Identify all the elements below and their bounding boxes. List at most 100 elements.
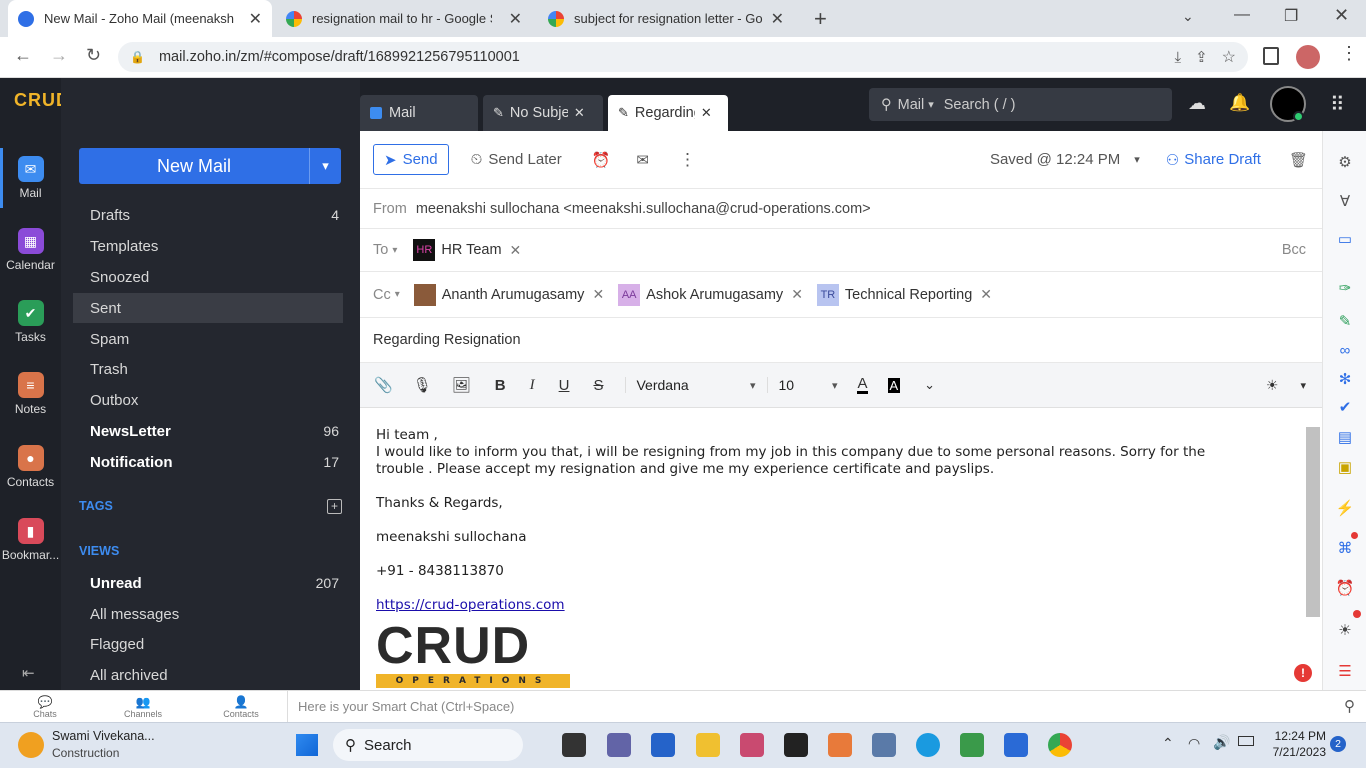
chrome-icon[interactable] xyxy=(1048,733,1072,757)
sidebar-toggle-icon[interactable] xyxy=(1263,47,1279,65)
smart-chat-input[interactable]: Here is your Smart Chat (Ctrl+Space) xyxy=(298,699,514,714)
from-field[interactable]: meenakshi sullochana <meenakshi.sullocha… xyxy=(416,201,871,217)
view-flagged[interactable]: Flagged xyxy=(73,629,343,659)
card-icon[interactable]: ▭ xyxy=(1335,229,1355,249)
new-mail-dropdown-icon[interactable]: ▾ xyxy=(309,148,341,184)
insert-image-icon[interactable]: 🖼 xyxy=(452,376,471,394)
rail-contacts[interactable]: ● Contacts xyxy=(0,445,61,489)
close-tab-icon[interactable]: ✕ xyxy=(509,9,522,29)
app-icon[interactable] xyxy=(828,733,852,757)
cc-chip[interactable]: AA Ashok Arumugasamy ✕ xyxy=(618,283,803,306)
cc-chip[interactable]: TR Technical Reporting ✕ xyxy=(816,283,992,306)
folder-outbox[interactable]: Outbox xyxy=(73,385,343,415)
message-body[interactable]: Hi team , I would like to inform you tha… xyxy=(376,427,1276,688)
remove-cc-icon[interactable]: ✕ xyxy=(980,286,992,303)
channels-button[interactable]: 👥 Channels xyxy=(118,695,168,719)
folder-snoozed[interactable]: Snoozed xyxy=(73,262,343,292)
dropper-icon[interactable]: ✑ xyxy=(1335,278,1355,298)
volume-icon[interactable]: 🔊 xyxy=(1213,734,1230,751)
rail-tasks[interactable]: ✔ Tasks xyxy=(0,300,61,344)
alert-icon[interactable]: ! xyxy=(1294,664,1312,682)
share-icon[interactable]: ⇪ xyxy=(1195,48,1208,66)
browser-tab-zoho[interactable]: New Mail - Zoho Mail (meenaksh ✕ xyxy=(8,0,272,37)
battery-icon[interactable] xyxy=(1238,736,1254,746)
vault-icon[interactable]: ∀ xyxy=(1335,191,1355,211)
browser-tab-google-1[interactable]: resignation mail to hr - Google S ✕ xyxy=(276,0,532,37)
close-window-icon[interactable]: ✕ xyxy=(1334,5,1349,26)
send-button[interactable]: ➤ Send xyxy=(373,144,449,175)
back-icon[interactable]: ← xyxy=(14,45,32,66)
search-bar[interactable]: ⚲ Mail ▾ Search ( / ) xyxy=(869,88,1172,121)
apps-grid-icon[interactable]: ⠿ xyxy=(1330,92,1345,117)
tab-no-subject[interactable]: ✎ No Subjec ✕ xyxy=(483,95,603,131)
text-color-icon[interactable]: A xyxy=(857,376,868,394)
italic-icon[interactable]: I xyxy=(530,377,535,394)
signature-link[interactable]: https://crud-operations.com xyxy=(376,597,1276,614)
highlight-color-icon[interactable]: A xyxy=(887,377,901,393)
mongodb-icon[interactable] xyxy=(960,733,984,757)
folder-newsletter[interactable]: NewsLetter 96 xyxy=(73,416,343,446)
bookmark-star-icon[interactable]: ☆ xyxy=(1222,47,1236,67)
minimize-icon[interactable]: — xyxy=(1234,6,1250,24)
chevron-down-icon[interactable]: ▾ xyxy=(392,245,397,256)
terminal-icon[interactable] xyxy=(784,733,808,757)
edit-note-icon[interactable]: ✎ xyxy=(1335,311,1355,331)
clock-time[interactable]: 12:24 PM xyxy=(1266,729,1326,743)
delete-draft-icon[interactable]: 🗑 xyxy=(1289,151,1308,169)
cc-chip[interactable]: Ananth Arumugasamy ✕ xyxy=(413,283,604,306)
folder-notification[interactable]: Notification 17 xyxy=(73,447,343,477)
new-mail-button[interactable]: New Mail ▾ xyxy=(79,148,341,184)
view-unread[interactable]: Unread 207 xyxy=(73,568,343,598)
browser-menu-icon[interactable]: ⋮ xyxy=(1340,43,1358,64)
tab-search-icon[interactable]: ⌄ xyxy=(1182,8,1194,25)
lightning-icon[interactable]: ⚡ xyxy=(1335,498,1355,518)
rail-notes[interactable]: ≡ Notes xyxy=(0,372,61,416)
folder-spam[interactable]: Spam xyxy=(73,324,343,354)
folder-trash[interactable]: Trash xyxy=(73,354,343,384)
notification-badge[interactable]: 2 xyxy=(1330,736,1346,752)
close-tab-icon[interactable]: ✕ xyxy=(701,105,712,121)
chevron-up-icon[interactable]: ⌃ xyxy=(1162,735,1174,752)
font-size-select[interactable]: 10 ▾ xyxy=(767,377,837,393)
taskbar-search[interactable]: ⚲ Search xyxy=(333,729,523,761)
chevron-down-icon[interactable]: ▾ xyxy=(395,289,400,300)
close-tab-icon[interactable]: ✕ xyxy=(249,9,262,29)
task-view-icon[interactable] xyxy=(562,733,586,757)
sync-icon[interactable]: ☁ xyxy=(1188,93,1206,114)
check-edit-icon[interactable]: ✔ xyxy=(1335,397,1355,417)
chevron-down-icon[interactable]: ▾ xyxy=(1134,153,1140,166)
restore-icon[interactable]: ❐ xyxy=(1284,6,1298,26)
contacts-button[interactable]: 👤 Contacts xyxy=(216,695,266,719)
remove-cc-icon[interactable]: ✕ xyxy=(791,286,803,303)
more-options-icon[interactable]: ⋮ xyxy=(679,150,696,170)
attach-icon[interactable]: 📎 xyxy=(374,376,393,394)
vpn-icon[interactable] xyxy=(1004,733,1028,757)
recipient-chip[interactable]: HR HR Team ✕ xyxy=(413,239,521,261)
rail-calendar[interactable]: ▦ Calendar xyxy=(0,228,61,272)
reload-icon[interactable]: ↻ xyxy=(86,45,101,66)
folder-templates[interactable]: Templates xyxy=(73,231,343,261)
link-icon[interactable]: ∞ xyxy=(1335,340,1355,360)
alarm-icon[interactable]: ⏰ xyxy=(1335,578,1355,598)
clock-date[interactable]: 7/21/2023 xyxy=(1262,745,1326,759)
search-icon[interactable]: ⚲ xyxy=(1344,697,1355,715)
view-all-messages[interactable]: All messages xyxy=(73,599,343,629)
folder-sent[interactable]: Sent xyxy=(73,293,343,323)
browser-tab-google-2[interactable]: subject for resignation letter - Go ✕ xyxy=(538,0,794,37)
rail-mail[interactable]: ✉ Mail xyxy=(0,156,61,200)
settings-icon[interactable]: ⚙ xyxy=(1335,152,1355,172)
file-explorer-icon[interactable] xyxy=(696,733,720,757)
folder-drafts[interactable]: Drafts 4 xyxy=(73,200,343,230)
puzzle-icon[interactable]: ✻ xyxy=(1335,369,1355,389)
reminder-icon[interactable]: ⏰ xyxy=(592,151,611,169)
collapse-icon[interactable]: ⇤ xyxy=(22,664,35,682)
close-tab-icon[interactable]: ✕ xyxy=(771,9,784,29)
share-draft-button[interactable]: Share Draft xyxy=(1184,151,1261,168)
cc-label[interactable]: Cc xyxy=(373,287,391,303)
feedback-icon[interactable]: ☰ xyxy=(1335,661,1355,681)
view-all-archived[interactable]: All archived xyxy=(73,660,343,690)
store-icon[interactable] xyxy=(651,733,675,757)
remove-cc-icon[interactable]: ✕ xyxy=(592,286,604,303)
tab-regarding[interactable]: ✎ Regarding ✕ xyxy=(608,95,728,131)
to-label[interactable]: To xyxy=(373,242,388,258)
